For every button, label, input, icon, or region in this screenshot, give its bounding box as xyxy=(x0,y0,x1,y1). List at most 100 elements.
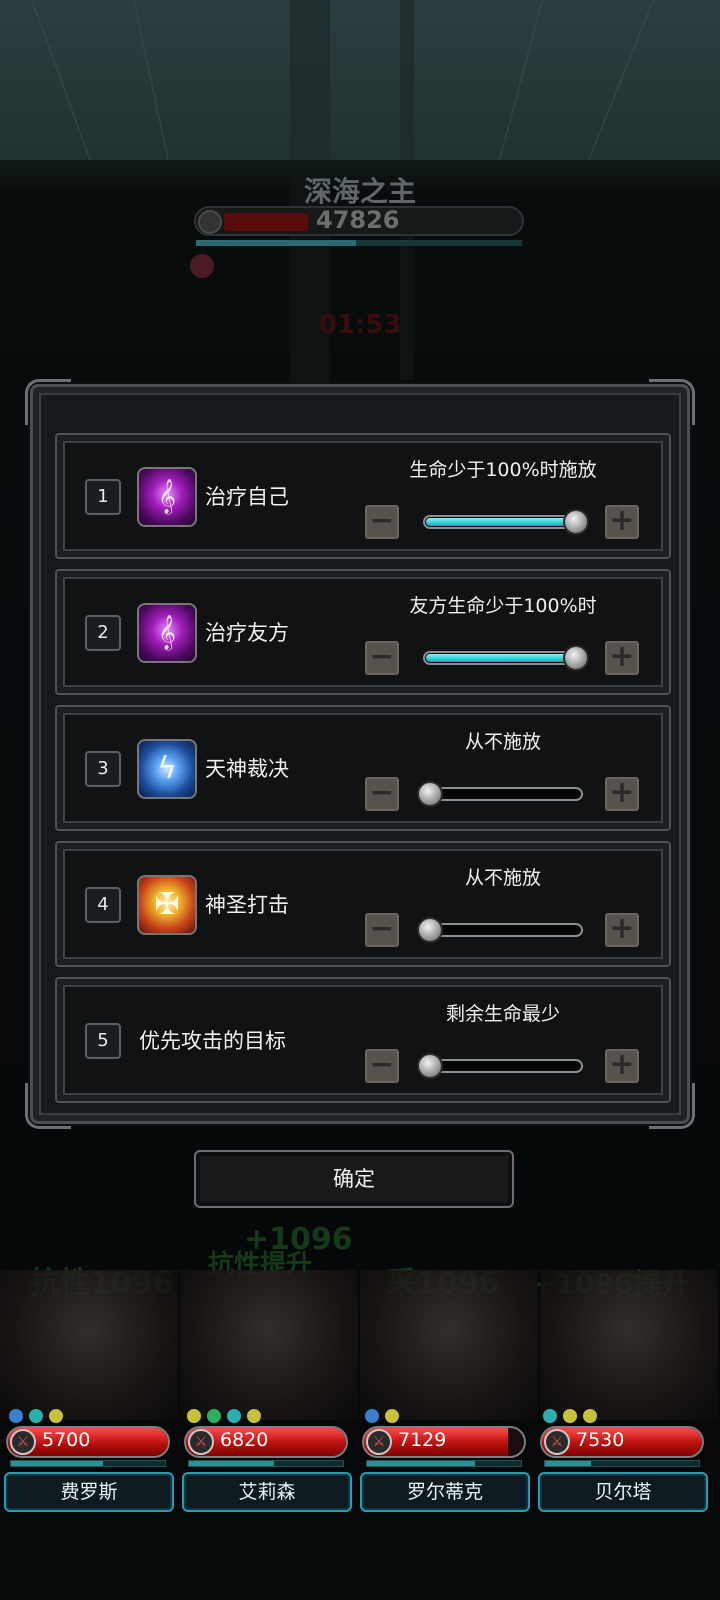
ship-rope xyxy=(587,0,655,160)
skill-name: 治疗自己 xyxy=(205,485,289,509)
slider-knob[interactable] xyxy=(417,781,443,807)
buff-gem-icon xyxy=(206,1408,222,1424)
skill-name: 天神裁决 xyxy=(205,757,289,781)
hero-card[interactable]: ⚔ 5700 费罗斯 xyxy=(2,1408,178,1588)
hero-buffs xyxy=(364,1408,404,1426)
slider-fill xyxy=(426,654,570,662)
hero-hp-bar: ⚔ 7530 xyxy=(540,1426,704,1458)
ship-rope xyxy=(498,0,544,160)
condition-slider[interactable] xyxy=(417,1053,583,1079)
decrease-button[interactable]: − xyxy=(365,505,399,539)
hero-portrait xyxy=(360,1270,538,1420)
skill-row: 2 𝄞 治疗友方 友方生命少于100%时 − + xyxy=(55,569,671,695)
hero-mana-fill xyxy=(545,1461,592,1466)
buff-gem-icon xyxy=(542,1408,558,1424)
boss-buff-icon xyxy=(190,254,214,278)
slider-knob[interactable] xyxy=(417,1053,443,1079)
skill-name: 神圣打击 xyxy=(205,893,289,917)
cast-condition: 剩余生命最少 xyxy=(445,1003,560,1025)
boss-name: 深海之主 xyxy=(303,175,416,208)
skill-row: 3 ϟ 天神裁决 从不施放 − + xyxy=(55,705,671,831)
hero-hp-value: 6820 xyxy=(220,1429,269,1451)
hero-mana-fill xyxy=(11,1461,104,1466)
row-index: 3 xyxy=(85,751,121,787)
boss-hp-fill xyxy=(224,213,308,231)
hero-card[interactable]: ⚔ 6820 艾莉森 xyxy=(180,1408,356,1588)
buff-gem-icon xyxy=(48,1408,64,1424)
panel-ornament xyxy=(649,379,695,425)
increase-button[interactable]: + xyxy=(605,505,639,539)
buff-gem-icon xyxy=(226,1408,242,1424)
decrease-button[interactable]: − xyxy=(365,913,399,947)
cast-condition: 生命少于100%时施放 xyxy=(409,459,597,481)
skill-row: 1 𝄞 治疗自己 生命少于100%时施放 − + xyxy=(55,433,671,559)
hero-mana-bar xyxy=(366,1460,522,1467)
hero-buffs xyxy=(542,1408,602,1426)
buff-gem-icon xyxy=(562,1408,578,1424)
hero-card[interactable]: ⚔ 7129 罗尔蒂克 xyxy=(358,1408,534,1588)
slider-knob[interactable] xyxy=(563,645,589,671)
skill-settings-panel: 1 𝄞 治疗自己 生命少于100%时施放 − + 2 𝄞 治疗友方 友方生命少于… xyxy=(25,379,695,1129)
boss-portrait-icon xyxy=(198,210,222,234)
increase-button[interactable]: + xyxy=(605,913,639,947)
hero-mana-bar xyxy=(544,1460,700,1467)
buff-gem-icon xyxy=(364,1408,380,1424)
row-index: 2 xyxy=(85,615,121,651)
cast-condition: 从不施放 xyxy=(464,867,541,889)
hero-name[interactable]: 费罗斯 xyxy=(4,1472,174,1512)
skill-name: 治疗友方 xyxy=(205,621,289,645)
buff-gem-icon xyxy=(28,1408,44,1424)
hero-mana-fill xyxy=(367,1461,475,1466)
cast-condition: 从不施放 xyxy=(464,731,541,753)
cast-condition: 友方生命少于100%时 xyxy=(409,595,597,617)
hero-portrait xyxy=(180,1270,358,1420)
lightning-icon: ϟ xyxy=(137,739,197,799)
slider-knob[interactable] xyxy=(563,509,589,535)
sword-icon: ⚔ xyxy=(366,1429,392,1455)
hero-hp-value: 5700 xyxy=(42,1429,91,1451)
skill-row: 5 优先攻击的目标 剩余生命最少 − + xyxy=(55,977,671,1103)
panel-ornament xyxy=(25,379,71,425)
sword-icon: ⚔ xyxy=(544,1429,570,1455)
heal-icon: 𝄞 xyxy=(137,603,197,663)
boss-energy-bar xyxy=(196,240,522,246)
slider-knob[interactable] xyxy=(417,917,443,943)
decrease-button[interactable]: − xyxy=(365,777,399,811)
hero-mana-fill xyxy=(189,1461,274,1466)
confirm-button[interactable]: 确定 xyxy=(194,1150,514,1208)
increase-button[interactable]: + xyxy=(605,641,639,675)
boss-hp-bar: 47826 xyxy=(194,206,524,236)
skill-row: 4 ✠ 神圣打击 从不施放 − + xyxy=(55,841,671,967)
buff-gem-icon xyxy=(8,1408,24,1424)
buff-gem-icon xyxy=(186,1408,202,1424)
hero-mana-bar xyxy=(10,1460,166,1467)
row-index: 4 xyxy=(85,887,121,923)
hero-hp-value: 7129 xyxy=(398,1429,447,1451)
hero-portrait xyxy=(0,1270,178,1420)
hero-hp-value: 7530 xyxy=(576,1429,625,1451)
hero-card[interactable]: ⚔ 7530 贝尔塔 xyxy=(536,1408,712,1588)
decrease-button[interactable]: − xyxy=(365,1049,399,1083)
condition-slider[interactable] xyxy=(423,509,589,535)
heal-icon: 𝄞 xyxy=(137,467,197,527)
battle-timer: 01:53 xyxy=(318,310,402,340)
condition-slider[interactable] xyxy=(417,917,583,943)
hero-portrait xyxy=(540,1270,718,1420)
condition-slider[interactable] xyxy=(423,645,589,671)
hero-name[interactable]: 罗尔蒂克 xyxy=(360,1472,530,1512)
slider-fill xyxy=(426,518,570,526)
increase-button[interactable]: + xyxy=(605,777,639,811)
ship-rope xyxy=(132,0,170,160)
row-index: 5 xyxy=(85,1023,121,1059)
hero-name[interactable]: 贝尔塔 xyxy=(538,1472,708,1512)
hero-mana-bar xyxy=(188,1460,344,1467)
ship-rope xyxy=(30,0,92,160)
condition-slider[interactable] xyxy=(417,781,583,807)
sword-icon: ⚔ xyxy=(188,1429,214,1455)
increase-button[interactable]: + xyxy=(605,1049,639,1083)
decrease-button[interactable]: − xyxy=(365,641,399,675)
boss-hp-value: 47826 xyxy=(316,206,400,234)
row-index: 1 xyxy=(85,479,121,515)
hero-name[interactable]: 艾莉森 xyxy=(182,1472,352,1512)
hero-buffs xyxy=(8,1408,68,1426)
